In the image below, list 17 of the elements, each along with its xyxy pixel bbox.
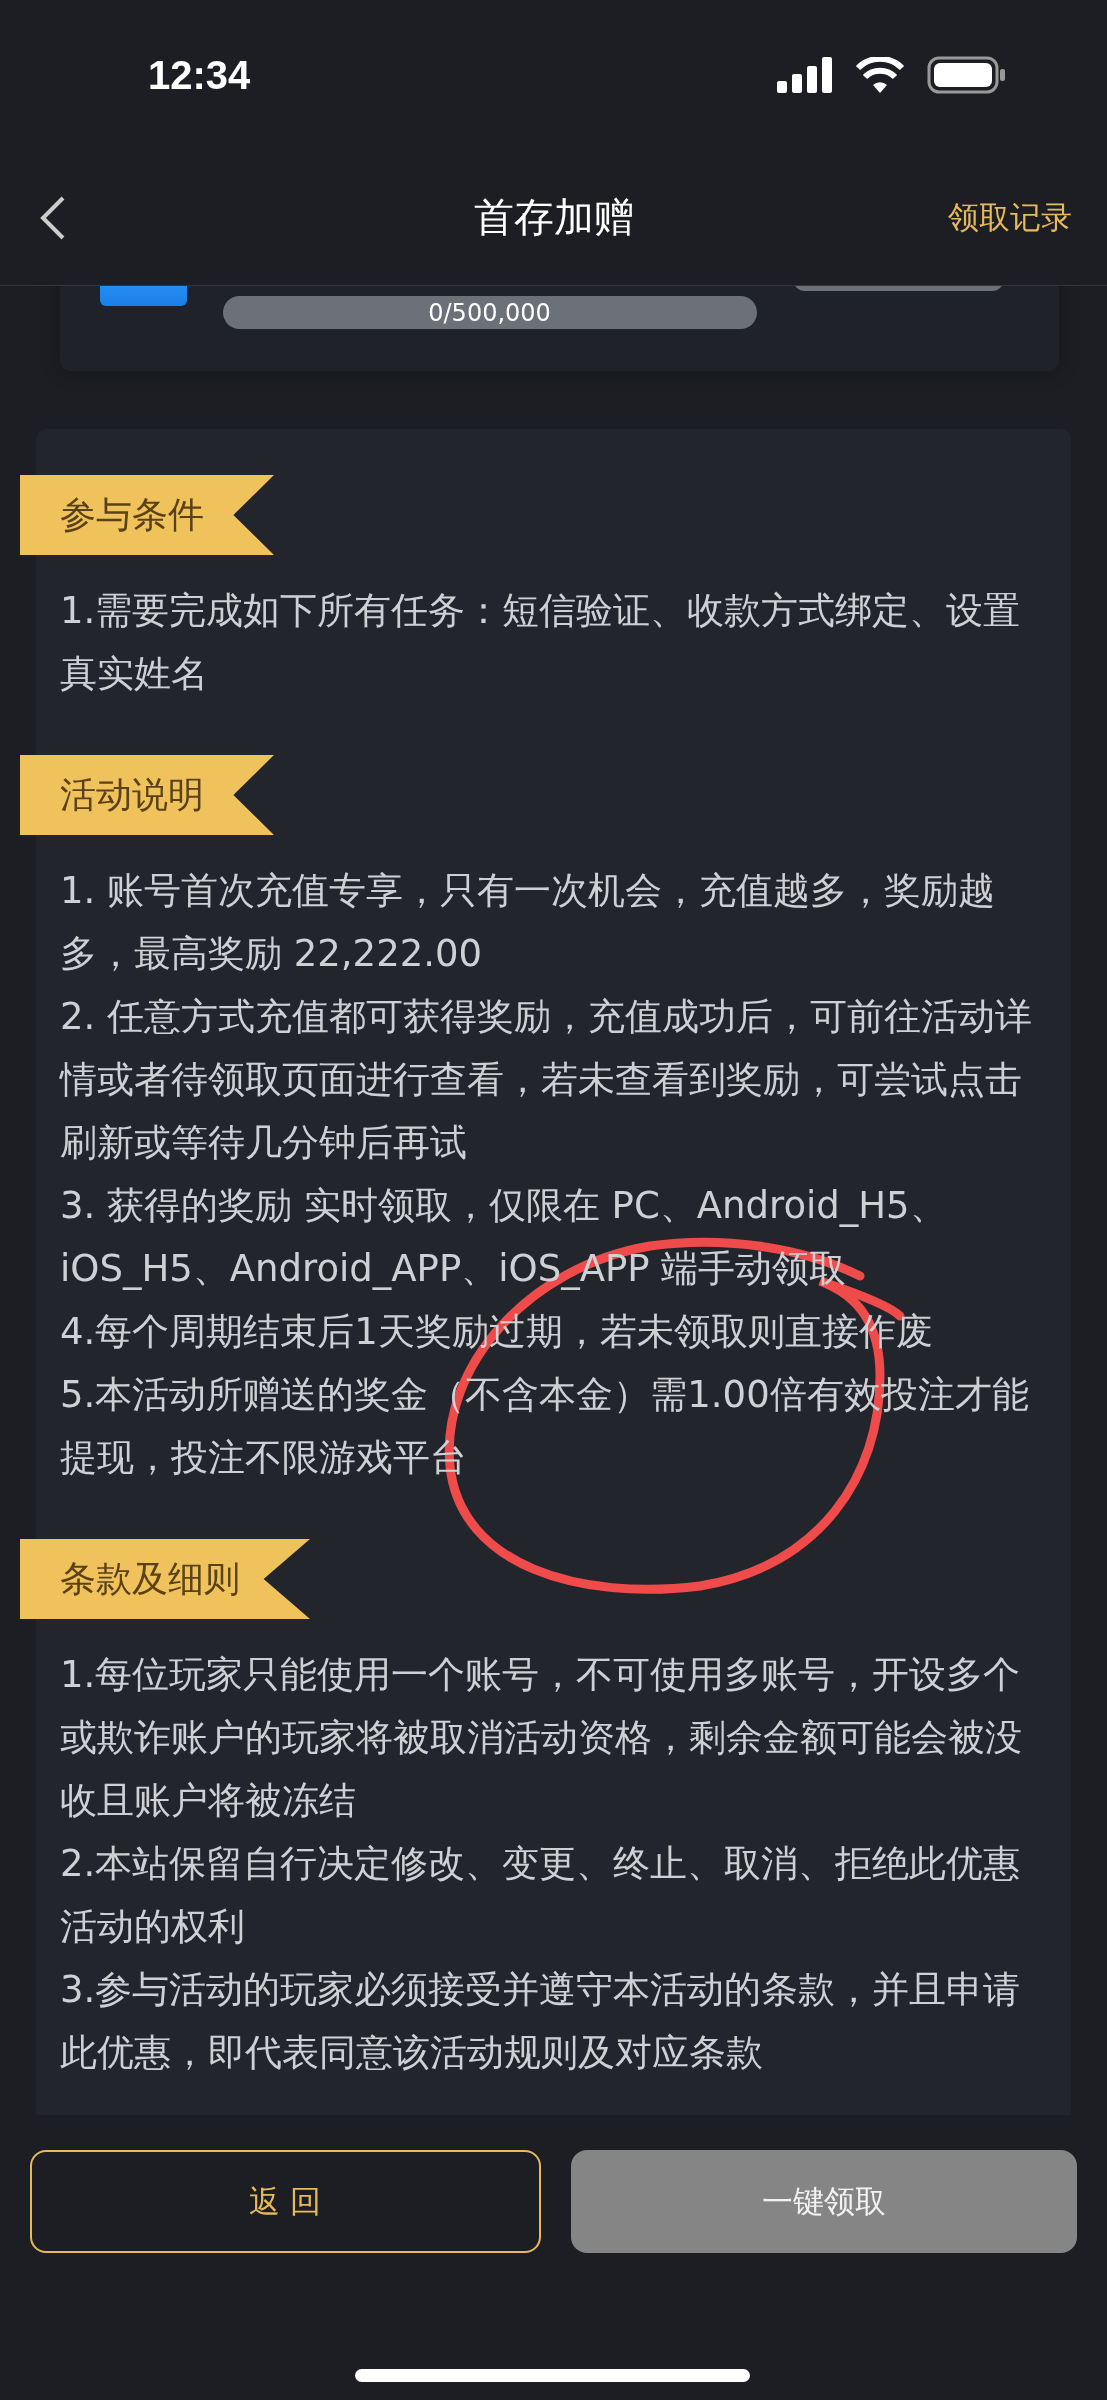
rule-text: 3.参与活动的玩家必须接受并遵守本活动的条款，并且申请此优惠，即代表同意该活动规则及对应条款 [60,1967,1022,2076]
section-ribbon: 条款及细则 [20,1539,310,1619]
claim-history-link[interactable]: 领取记录 [948,196,1072,239]
rule-text: 2.本站保留自行决定修改、变更、终止、取消、拒绝此优惠活动的权利 [60,1841,1022,1950]
wifi-icon [855,57,905,93]
rule-text: 1. 账号首次充值专享，只有一次机会，充值越多，奖励越多，最高奖励 22,222.00 [60,868,997,977]
battery-icon [927,56,1007,94]
rule-text: 1.需要完成如下所有任务：短信验证、收款方式绑定、设置真实姓名 [60,588,1022,697]
section-ribbon: 参与条件 [20,475,274,555]
status-time: 12:34 [148,52,251,98]
back-button[interactable]: 返 回 [30,2150,541,2253]
section-ribbon: 活动说明 [20,755,274,835]
progress-reading: 0/500,000 [428,298,551,327]
rule-text: 2. 任意方式充值都可获得奖励，充值成功后，可前往活动详情或者待领取页面进行查看，若未查看到奖励，可尝试点击刷新或等待几分钟后再试 [60,994,1034,1166]
page-title: 首存加赠 [473,193,634,242]
signal-icon [777,57,833,93]
rule-text: 1.每位玩家只能使用一个账号，不可使用多账号，开设多个或欺诈账户的玩家将被取消活动资格，剩余金额可能会被没收且账户将被冻结 [60,1652,1023,1824]
